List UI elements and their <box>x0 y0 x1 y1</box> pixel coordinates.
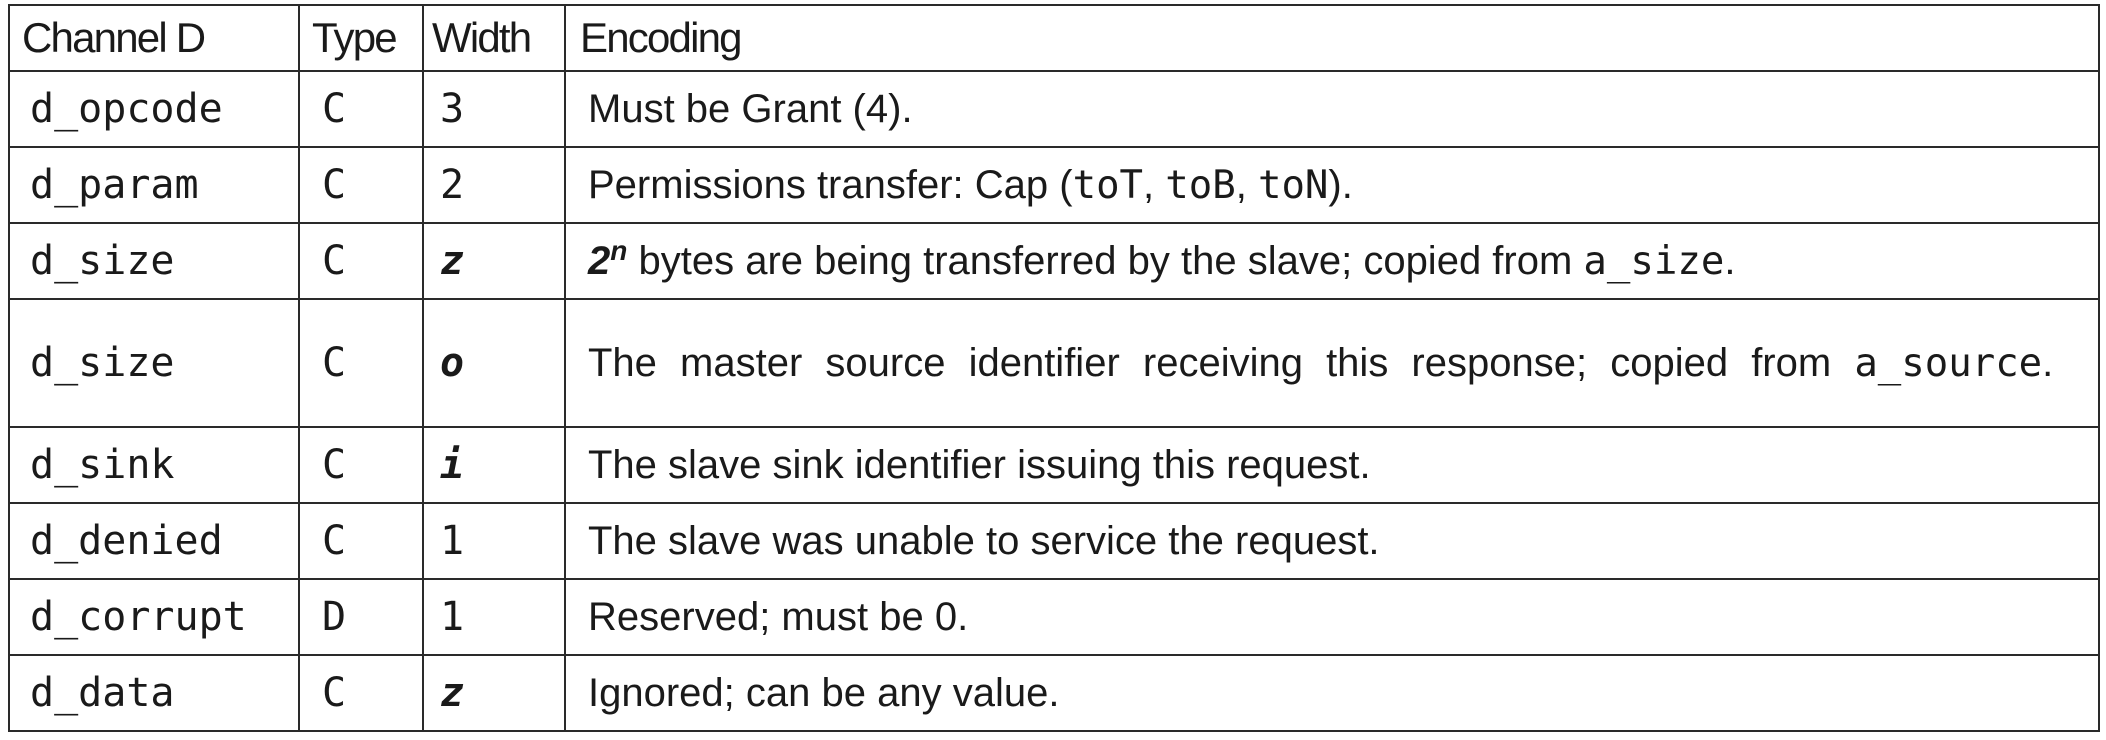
table-row: d_data C z Ignored; can be any value. <box>8 654 2100 732</box>
field-encoding: Permissions transfer: Cap (toT, toB, toN… <box>564 146 2100 224</box>
field-type: C <box>298 146 424 224</box>
header-width: Width <box>422 4 566 72</box>
encoding-code: toN <box>1257 162 1329 208</box>
encoding-code: a_size <box>1583 238 1725 284</box>
field-type: C <box>298 502 424 580</box>
header-encoding: Encoding <box>564 4 2100 72</box>
encoding-text: The master source identifier receiving t… <box>588 340 1855 385</box>
field-name: d_size <box>8 298 300 428</box>
table-row: d_size C o The master source identifier … <box>8 298 2100 428</box>
field-type: C <box>298 70 424 148</box>
table-body: d_opcode C 3 Must be Grant (4). d_param … <box>8 70 2100 732</box>
encoding-code: toT <box>1072 162 1144 208</box>
encoding-text: . <box>2042 340 2054 385</box>
field-type: C <box>298 426 424 504</box>
encoding-text: , <box>1143 162 1166 207</box>
field-encoding: The slave was unable to service the requ… <box>564 502 2100 580</box>
field-type: C <box>298 222 424 300</box>
power-base: 2 <box>588 238 611 283</box>
field-width: o <box>422 298 566 428</box>
encoding-code: a_source <box>1854 340 2043 386</box>
field-encoding: The slave sink identifier issuing this r… <box>564 426 2100 504</box>
table-row: d_param C 2 Permissions transfer: Cap (t… <box>8 146 2100 224</box>
field-name: d_size <box>8 222 300 300</box>
field-name: d_corrupt <box>8 578 300 656</box>
table-row: d_size C z 2n bytes are being transferre… <box>8 222 2100 300</box>
field-encoding: The master source identifier receiving t… <box>564 298 2100 428</box>
field-type: C <box>298 654 424 732</box>
encoding-text: Permissions transfer: Cap ( <box>588 162 1073 207</box>
field-type: D <box>298 578 424 656</box>
channel-d-table: Channel D Type Width Encoding d_opcode C… <box>8 4 2100 732</box>
table-row: d_corrupt D 1 Reserved; must be 0. <box>8 578 2100 656</box>
field-width: z <box>422 654 566 732</box>
field-name: d_param <box>8 146 300 224</box>
field-width: z <box>422 222 566 300</box>
encoding-text: . <box>1724 238 1736 283</box>
header-channel-d: Channel D <box>8 4 300 72</box>
field-width: 1 <box>422 502 566 580</box>
table-row: d_opcode C 3 Must be Grant (4). <box>8 70 2100 148</box>
field-encoding: Ignored; can be any value. <box>564 654 2100 732</box>
encoding-text: ). <box>1328 162 1353 207</box>
header-type: Type <box>298 4 424 72</box>
field-width: 1 <box>422 578 566 656</box>
field-width: i <box>422 426 566 504</box>
table-row: d_sink C i The slave sink identifier iss… <box>8 426 2100 504</box>
field-name: d_denied <box>8 502 300 580</box>
field-type: C <box>298 298 424 428</box>
header-row: Channel D Type Width Encoding <box>8 4 2100 72</box>
encoding-text: , <box>1235 162 1258 207</box>
field-name: d_opcode <box>8 70 300 148</box>
field-width: 2 <box>422 146 566 224</box>
field-width: 3 <box>422 70 566 148</box>
power-exponent: n <box>610 234 628 266</box>
field-encoding: 2n bytes are being transferred by the sl… <box>564 222 2100 300</box>
field-encoding: Must be Grant (4). <box>564 70 2100 148</box>
table-header: Channel D Type Width Encoding <box>8 4 2100 72</box>
field-encoding: Reserved; must be 0. <box>564 578 2100 656</box>
power-expression: 2n <box>588 236 627 283</box>
field-name: d_data <box>8 654 300 732</box>
encoding-code: toB <box>1165 162 1236 208</box>
encoding-text: bytes are being transferred by the slave… <box>627 238 1584 283</box>
table-row: d_denied C 1 The slave was unable to ser… <box>8 502 2100 580</box>
field-name: d_sink <box>8 426 300 504</box>
